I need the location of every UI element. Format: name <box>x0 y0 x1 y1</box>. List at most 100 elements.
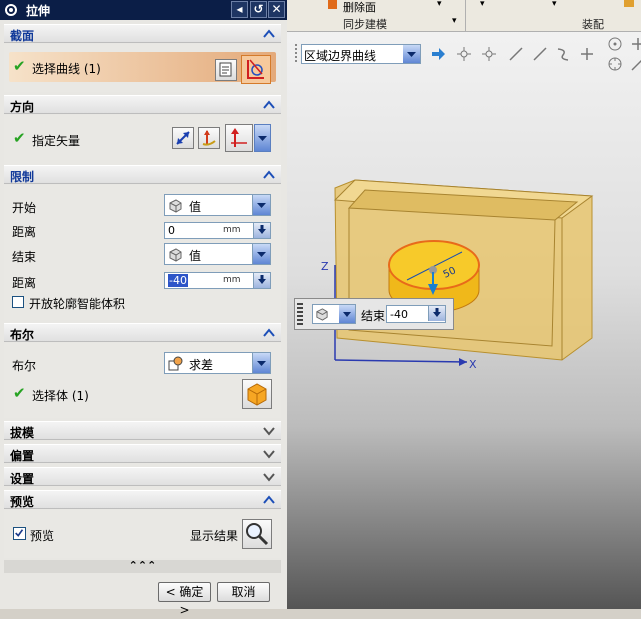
start-distance-input[interactable]: 0 mm <box>164 222 271 239</box>
close-button[interactable]: ✕ <box>268 1 285 18</box>
solid-body-icon <box>247 383 267 406</box>
vector-type-icon <box>231 128 247 147</box>
limits-header-label: 限制 <box>10 170 35 184</box>
float-end-label: 结束 <box>361 309 386 323</box>
checkmark-icon <box>15 529 24 537</box>
offset-header[interactable]: 偏置 <box>4 444 281 463</box>
end-distance-input[interactable]: -40 mm <box>164 272 271 289</box>
chevrons-up-icon: ⌃⌃⌃ <box>128 559 157 572</box>
quadrant-point-icon[interactable] <box>607 56 623 72</box>
curve-icon <box>247 59 264 79</box>
boolean-header[interactable]: 布尔 <box>4 323 281 342</box>
open-profile-checkbox[interactable] <box>12 296 24 308</box>
float-end-input[interactable]: -40 <box>386 305 446 323</box>
start-distance-unit: mm <box>223 225 241 235</box>
preview-checkbox[interactable] <box>13 527 26 540</box>
plus-icon[interactable] <box>630 36 641 52</box>
chevron-down-icon <box>263 450 275 459</box>
sketch-icon <box>219 62 232 77</box>
chevron-down-icon <box>403 45 420 63</box>
extrude-dialog: 拉伸 ◂ ↺ ✕ 截面 ✔ 选择曲线 (1) 方向 ✔ 指定矢量 限制 开始 值… <box>0 0 287 617</box>
draft-header-label: 拔模 <box>10 426 35 440</box>
section-header[interactable]: 截面 <box>4 24 281 43</box>
select-body-button[interactable] <box>242 379 272 409</box>
chevron-down-icon <box>263 427 275 436</box>
offset-header-label: 偏置 <box>10 449 35 463</box>
boolean-option-value: 求差 <box>189 358 214 372</box>
ribbon-toolbar: 删除面 ▾ ▾ ▾ 同步建模 ▾ 装配 <box>287 0 641 32</box>
arrow-down-icon[interactable] <box>428 306 445 321</box>
end-option-value: 值 <box>189 249 202 263</box>
curve-button[interactable] <box>241 55 271 84</box>
chevron-down-icon <box>263 473 275 482</box>
reset-button[interactable]: ↺ <box>250 1 267 18</box>
end-type-select[interactable] <box>312 304 356 324</box>
float-end-value: -40 <box>390 308 408 321</box>
open-profile-label: 开放轮廓智能体积 <box>29 297 126 311</box>
group-expander-icon[interactable]: ▾ <box>452 16 457 26</box>
value-icon <box>316 308 328 321</box>
direction-header[interactable]: 方向 <box>4 95 281 114</box>
boolean-option-select[interactable]: 求差 <box>164 352 271 374</box>
delete-face-icon[interactable] <box>327 0 339 11</box>
check-icon: ✔ <box>13 57 26 75</box>
value-icon <box>169 199 182 213</box>
arrow-right-icon[interactable] <box>430 46 446 62</box>
axis-z-label: Z <box>321 260 329 273</box>
boolean-label: 布尔 <box>12 359 37 373</box>
show-result-label: 显示结果 <box>190 529 239 543</box>
dropdown-arrow-icon[interactable]: ▾ <box>480 0 485 9</box>
line-snap-icon[interactable] <box>532 46 548 62</box>
select-curve-label: 选择曲线 (1) <box>32 62 101 76</box>
back-button[interactable]: ◂ <box>231 1 248 18</box>
end-option-select[interactable]: 值 <box>164 243 271 265</box>
collapse-more-button[interactable]: ⌃⌃⌃ <box>4 560 281 573</box>
drag-handle[interactable] <box>297 303 303 327</box>
reverse-direction-button[interactable] <box>172 127 194 149</box>
specify-vector-label: 指定矢量 <box>32 134 81 148</box>
onscreen-input-bar: 结束 -40 <box>294 298 454 330</box>
intersection-icon[interactable] <box>579 46 595 62</box>
vector-type-dropdown[interactable] <box>254 124 271 152</box>
magnifier-icon <box>246 523 269 546</box>
end-label: 结束 <box>12 250 37 264</box>
start-distance-label: 距离 <box>12 225 37 239</box>
end-distance-label: 距离 <box>12 276 37 290</box>
snap-point-icon[interactable] <box>481 46 497 62</box>
ok-button[interactable]: < 确定 > <box>158 582 211 617</box>
settings-header[interactable]: 设置 <box>4 467 281 486</box>
toolbar-grip <box>295 44 298 62</box>
dropdown-arrow-icon[interactable]: ▾ <box>552 0 557 9</box>
selection-filter-value: 区域边界曲线 <box>304 49 377 63</box>
limits-header[interactable]: 限制 <box>4 165 281 184</box>
select-body-label: 选择体 (1) <box>32 389 89 403</box>
center-point-icon[interactable] <box>607 36 623 52</box>
gear-icon[interactable] <box>4 3 18 17</box>
start-label: 开始 <box>12 201 37 215</box>
cancel-button[interactable]: 取消 <box>217 582 270 602</box>
vector-dialog-button[interactable] <box>198 127 220 149</box>
curve-snap-icon[interactable] <box>555 46 571 62</box>
snap-point-icon[interactable] <box>456 46 472 62</box>
preview-header[interactable]: 预览 <box>4 490 281 509</box>
draft-header[interactable]: 拔模 <box>4 421 281 440</box>
model-viewport[interactable]: 50 Z X <box>287 170 617 380</box>
delete-face-label[interactable]: 删除面 <box>343 0 376 15</box>
reverse-direction-icon <box>176 131 190 145</box>
chevron-down-icon <box>252 195 270 215</box>
assembly-icon[interactable] <box>623 0 637 9</box>
limits-body: 开始 值 距离 0 mm 结束 值 距离 -40 mm 开放轮廓智能体积 <box>4 185 281 320</box>
vector-type-button[interactable] <box>225 124 253 152</box>
sketch-section-button[interactable] <box>215 59 237 81</box>
show-result-button[interactable] <box>242 519 272 549</box>
selection-filter-select[interactable]: 区域边界曲线 <box>301 44 421 64</box>
vector-icon <box>202 130 216 146</box>
selection-toolbar: 区域边界曲线 <box>287 36 641 76</box>
boolean-body: 布尔 求差 ✔ 选择体 (1) <box>4 343 281 418</box>
diagonal-icon[interactable] <box>630 56 641 72</box>
arrow-down-icon[interactable] <box>253 223 270 238</box>
dropdown-arrow-icon[interactable]: ▾ <box>437 0 442 9</box>
arrow-down-icon[interactable] <box>253 273 270 288</box>
line-snap-icon[interactable] <box>508 46 524 62</box>
start-option-select[interactable]: 值 <box>164 194 271 216</box>
